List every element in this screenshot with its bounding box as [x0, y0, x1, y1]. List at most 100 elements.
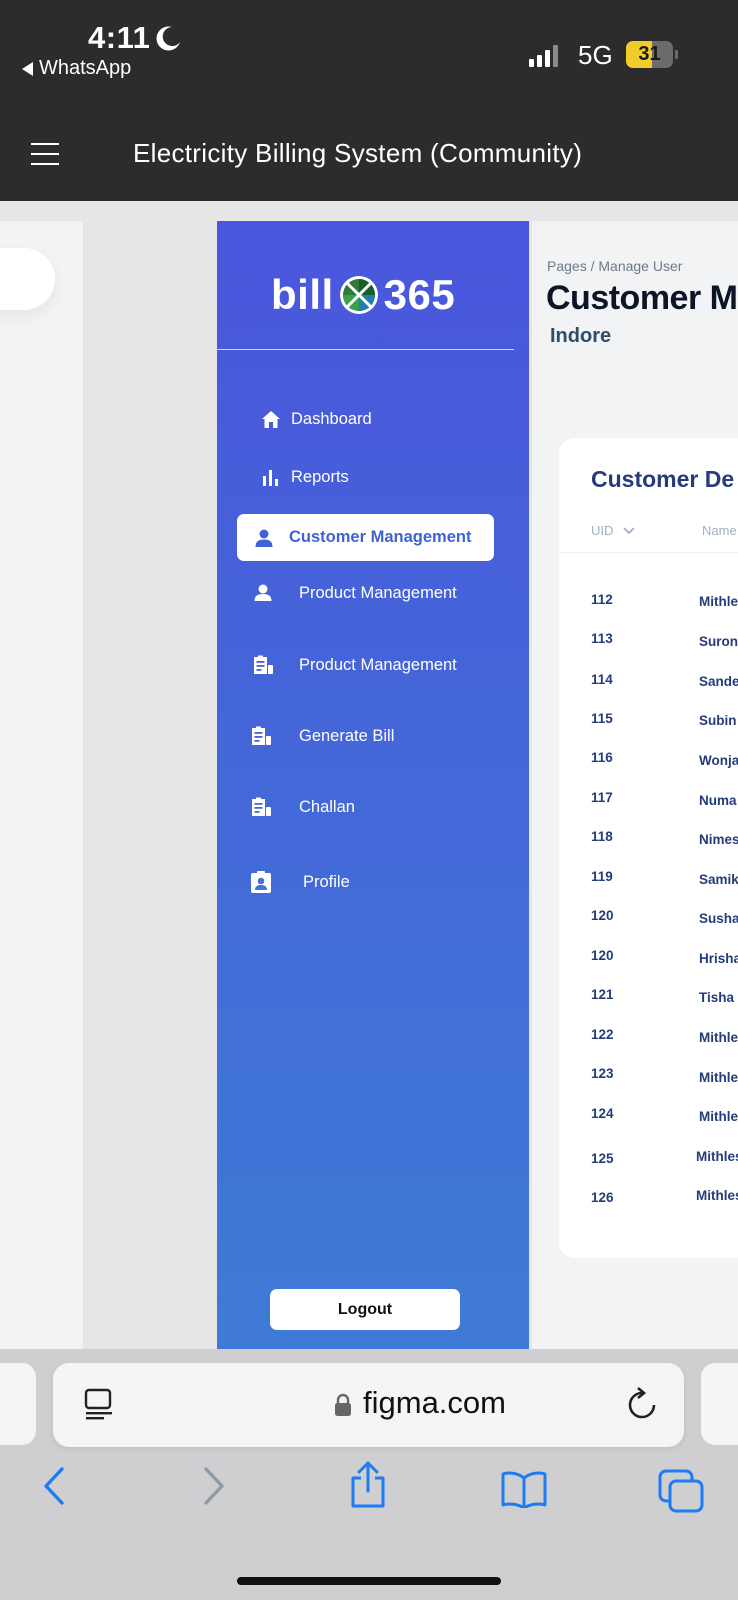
row-uid: 118 [591, 829, 613, 844]
name-column-header: Name [702, 523, 737, 538]
address-bar[interactable]: figma.com [53, 1363, 684, 1447]
row-uid: 121 [591, 987, 614, 1002]
row-uid: 113 [591, 631, 613, 646]
bar-chart-icon [260, 466, 282, 488]
sidebar-item-dashboard[interactable]: Dashboard [260, 408, 372, 430]
row-name: Mithles [699, 1030, 738, 1045]
bookmarks-icon[interactable] [500, 1470, 548, 1508]
back-icon[interactable] [41, 1466, 67, 1506]
row-name: Numa L [699, 793, 738, 808]
lock-icon [335, 1393, 351, 1416]
sidebar-item-generate-bill[interactable]: Generate Bill [250, 725, 394, 747]
row-name: Suron N [699, 634, 738, 649]
sidebar-item-label: Customer Management [289, 528, 472, 546]
left-pill [0, 248, 55, 310]
row-uid: 125 [591, 1151, 614, 1166]
battery-tip [675, 50, 678, 59]
breadcrumb: Pages / Manage User [547, 258, 683, 274]
signal-icon [529, 45, 558, 67]
back-to-app-link[interactable]: WhatsApp [22, 57, 131, 80]
row-name: Sandes [699, 674, 738, 689]
moon-icon [156, 26, 180, 51]
share-icon[interactable] [348, 1461, 388, 1509]
status-time: 4:11 [88, 20, 151, 55]
sidebar-item-product-management-2[interactable]: Product Management [252, 654, 457, 676]
clipboard-icon [250, 796, 272, 818]
sidebar-item-label: Product Management [299, 583, 457, 602]
row-name: Wonjal [699, 753, 738, 768]
user-icon [253, 527, 275, 549]
sidebar-item-reports[interactable]: Reports [260, 466, 349, 488]
sidebar-item-profile[interactable]: Profile [250, 871, 350, 893]
tabs-icon[interactable] [658, 1469, 704, 1513]
row-name: Nimesh [699, 832, 738, 847]
back-triangle-icon [22, 61, 33, 76]
logo-text-right: 365 [383, 271, 456, 318]
figma-canvas: bill 365 Dashboard Reports Customer Mana… [0, 201, 738, 1349]
row-name: Mithles [699, 1109, 738, 1124]
clipboard-icon [252, 654, 274, 676]
page-title: Customer M [546, 279, 738, 317]
uid-header-label: UID [591, 523, 614, 538]
sidebar-item-label: Product Management [299, 655, 457, 674]
row-uid: 120 [591, 948, 614, 963]
logo-globe-icon [339, 276, 378, 314]
row-uid: 114 [591, 672, 613, 687]
sidebar-item-label: Profile [303, 872, 350, 891]
sidebar-item-label: Generate Bill [299, 726, 395, 745]
menu-icon[interactable] [31, 143, 59, 165]
row-uid: 122 [591, 1027, 614, 1042]
chevron-down-icon [623, 526, 636, 534]
bill365-logo: bill 365 [271, 271, 455, 319]
row-name: Sushan [699, 911, 738, 926]
row-uid: 116 [591, 750, 613, 765]
row-name: Mithlesl [696, 1149, 738, 1164]
row-name: Mithles [699, 594, 738, 609]
home-indicator [237, 1577, 501, 1585]
row-uid: 119 [591, 869, 613, 884]
row-name: Tisha J [699, 990, 738, 1005]
sidebar-item-label: Challan [299, 797, 355, 816]
logo-text-left: bill [271, 271, 334, 318]
row-uid: 120 [591, 908, 614, 923]
reload-icon[interactable] [626, 1386, 658, 1422]
reader-mode-icon[interactable] [84, 1388, 114, 1420]
customer-details-card: Customer De UID Name 112 Mithles 113 Suron … [559, 438, 738, 1258]
left-frame [0, 221, 83, 1349]
row-uid: 123 [591, 1066, 614, 1081]
back-app-label: WhatsApp [39, 57, 132, 79]
header-divider [559, 552, 738, 553]
logout-button[interactable]: Logout [270, 1289, 460, 1330]
card-title: Customer De [591, 466, 735, 492]
forward-icon[interactable] [201, 1466, 227, 1506]
top-bar: 4:11 WhatsApp 5G 31 Electricity Billing … [0, 0, 738, 201]
home-icon [260, 408, 282, 430]
sidebar-item-label: Reports [291, 467, 349, 486]
network-type: 5G [578, 40, 613, 70]
document-title: Electricity Billing System (Community) [133, 138, 583, 168]
sidebar-item-challan[interactable]: Challan [250, 796, 355, 818]
city-label: Indore [550, 325, 612, 347]
row-name: Mithles [699, 1070, 738, 1085]
row-uid: 117 [591, 790, 613, 805]
id-badge-icon [250, 871, 272, 893]
user-icon [252, 582, 274, 604]
next-tab-preview[interactable] [701, 1363, 738, 1445]
previous-tab-preview[interactable] [0, 1363, 36, 1445]
sidebar-item-label: Dashboard [291, 409, 372, 428]
sidebar-item-product-management[interactable]: Product Management [252, 582, 457, 604]
main-frame: Pages / Manage User Customer M Indore Cu… [532, 221, 738, 1349]
row-name: Samiks [699, 872, 738, 887]
row-uid: 126 [591, 1190, 614, 1205]
row-name: Mithlesl [696, 1188, 738, 1203]
browser-bottom-bar: figma.com [0, 1349, 738, 1600]
battery-level: 31 [638, 43, 661, 65]
row-uid: 115 [591, 711, 613, 726]
uid-column-header[interactable]: UID [591, 523, 636, 538]
clipboard-icon [250, 725, 272, 747]
row-uid: 112 [591, 592, 613, 607]
row-uid: 124 [591, 1106, 614, 1121]
url-text: figma.com [363, 1385, 506, 1420]
battery-icon: 31 [626, 41, 673, 68]
sidebar-item-customer-management[interactable]: Customer Management [237, 514, 494, 561]
